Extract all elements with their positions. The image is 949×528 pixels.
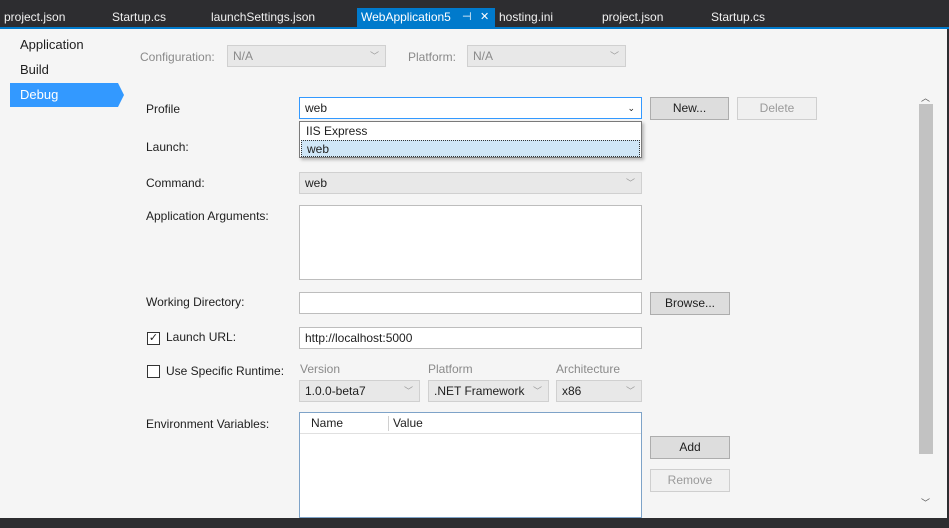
command-label: Command: [146,176,205,190]
nav-selection-arrow [118,83,124,107]
tab-startup-cs[interactable]: Startup.cs [112,8,166,27]
environment-variables-grid[interactable]: Name Value [299,412,642,518]
profile-select[interactable]: web ⌄ [299,97,642,119]
platform-value: N/A [473,49,494,63]
tab-label: project.json [4,10,66,24]
chevron-down-icon: ﹀ [532,386,542,396]
tab-webapplication5[interactable]: WebApplication5 ⊣ ✕ [357,8,495,27]
nav-label: Debug [20,87,59,102]
runtime-platform-select[interactable]: .NET Framework ﹀ [428,380,549,402]
configuration-value: N/A [233,49,254,63]
tab-label: project.json [602,10,664,24]
window-bottom-edge [0,518,949,528]
tab-label: launchSettings.json [211,10,316,24]
version-value: 1.0.0-beta7 [305,384,366,398]
add-variable-button[interactable]: Add [650,436,730,459]
vertical-scrollbar[interactable]: ︿ ﹀ [917,90,935,512]
launch-url-checkbox[interactable]: ✓ [147,332,160,345]
application-arguments-label: Application Arguments: [146,209,269,223]
scroll-up-icon[interactable]: ︿ [921,91,930,104]
chevron-down-icon: ﹀ [625,178,635,188]
dropdown-option-iis-express[interactable]: IIS Express [301,123,640,140]
tab-label: WebApplication5 [361,10,451,24]
architecture-select[interactable]: x86 ﹀ [556,380,642,402]
version-label: Version [300,362,341,376]
architecture-label: Architecture [556,362,621,376]
chevron-down-icon: ﹀ [609,51,619,61]
nav-item-build[interactable]: Build [10,58,118,82]
use-specific-runtime-checkbox[interactable] [147,365,160,378]
command-value: web [305,176,328,190]
configuration-label: Configuration: [140,50,215,64]
environment-variables-label: Environment Variables: [146,417,270,431]
browse-button[interactable]: Browse... [650,292,730,315]
architecture-value: x86 [562,384,582,398]
chevron-down-icon: ﹀ [625,386,635,396]
command-select[interactable]: web ﹀ [299,172,642,194]
platform-select[interactable]: N/A ﹀ [467,45,626,67]
nav-item-application[interactable]: Application [10,33,118,57]
launch-url-input[interactable]: http://localhost:5000 [299,327,642,349]
scroll-down-icon[interactable]: ﹀ [921,496,930,509]
tab-project-json-2[interactable]: project.json [602,8,663,27]
runtime-platform-value: .NET Framework [434,384,525,398]
tab-launchsettings-json[interactable]: launchSettings.json [211,8,315,27]
profile-value: web [305,101,328,115]
scrollbar-thumb[interactable] [919,104,933,454]
platform-label: Platform: [408,50,457,64]
tab-project-json[interactable]: project.json [4,8,65,27]
chevron-down-icon: ﹀ [369,51,379,61]
nav-label: Build [20,62,49,77]
pin-icon[interactable]: ⊣ [462,8,472,27]
launch-url-label: Launch URL: [166,330,237,344]
close-icon[interactable]: ✕ [480,8,489,27]
dropdown-option-web[interactable]: web [301,140,640,157]
working-directory-label: Working Directory: [146,295,245,309]
new-profile-button[interactable]: New... [650,97,729,120]
profile-label: Profile [146,102,181,116]
column-header-value[interactable]: Value [388,413,423,433]
chevron-down-icon: ⌄ [627,103,635,113]
remove-variable-button[interactable]: Remove [650,469,730,492]
grid-header: Name Value [300,413,641,434]
tab-hosting-ini[interactable]: hosting.ini [499,8,553,27]
document-tab-strip: project.json Startup.cs launchSettings.j… [0,0,949,27]
application-arguments-input[interactable] [299,205,642,280]
launch-label: Launch: [146,140,189,154]
use-specific-runtime-label: Use Specific Runtime: [166,364,285,378]
chevron-down-icon: ﹀ [403,386,413,396]
tab-startup-cs-2[interactable]: Startup.cs [711,8,765,27]
configuration-select[interactable]: N/A ﹀ [227,45,386,67]
tab-label: Startup.cs [112,10,167,24]
working-directory-input[interactable] [299,292,642,314]
runtime-platform-label: Platform [428,362,473,376]
version-select[interactable]: 1.0.0-beta7 ﹀ [299,380,420,402]
nav-label: Application [20,37,84,52]
tab-label: Startup.cs [711,10,766,24]
tab-label: hosting.ini [499,10,554,24]
delete-profile-button[interactable]: Delete [737,97,817,120]
column-header-name[interactable]: Name [306,413,343,433]
profile-dropdown-list: IIS Express web [299,121,642,158]
nav-item-debug[interactable]: Debug [10,83,118,107]
